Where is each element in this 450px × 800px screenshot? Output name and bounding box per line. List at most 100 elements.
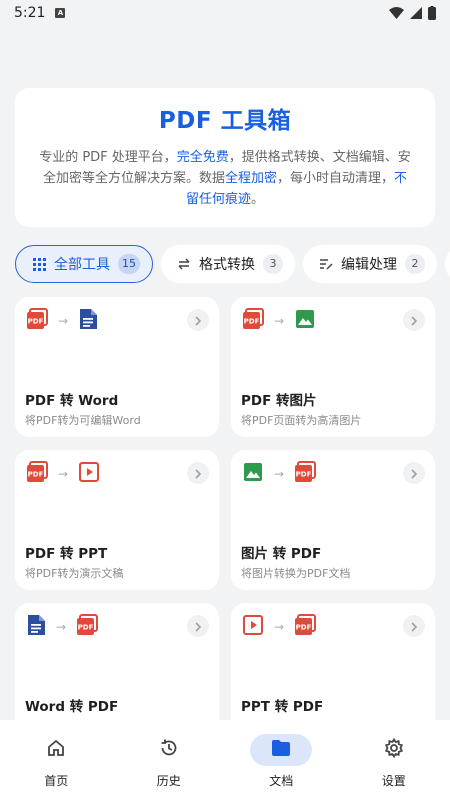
arrow-right-icon: → [57,467,69,481]
word-icon [26,614,46,640]
tool-title: PDF 转图片 [241,393,317,409]
svg-text:PDF: PDF [296,471,312,479]
chevron-right-icon [410,311,418,330]
svg-text:PDF: PDF [296,624,312,632]
chip-count: 15 [118,254,140,274]
pdf-icon: PDF [26,461,48,487]
arrow-right-icon: → [57,314,69,328]
tool-grid: PDF → PDF 转 Word 将PDF转为可编辑Word PDF → PDF 转图片将P… [15,297,435,720]
hero-description: 专业的 PDF 处理平台，完全免费，提供格式转换、文档编辑、安全加密等全方位解决… [39,147,411,210]
chip-count: 2 [405,254,425,274]
pdf-icon: PDF [242,308,264,334]
nav-label: 历史 [156,774,181,788]
chevron-right-icon [410,464,418,483]
nav-item-folder[interactable]: 文档 [225,720,338,800]
home-icon [46,738,66,762]
open-tool-button[interactable] [403,309,425,331]
image-icon [294,308,316,334]
open-tool-button[interactable] [187,462,209,484]
chevron-right-icon [194,464,202,483]
tool-card[interactable]: PDF → PDF 转 PPT 将PDF转为演示文稿 [15,450,219,590]
chip-1[interactable]: 格式转换 3 [161,245,295,283]
nav-label: 首页 [44,774,69,788]
status-time: 5:21 [14,5,46,21]
tool-card[interactable]: PDF → PDF 转图片将PDF页面转为高清图片 [231,297,435,437]
tool-title: 图片 转 PDF [241,546,322,562]
arrow-right-icon: → [273,314,285,328]
chevron-right-icon [410,617,418,636]
chip-count: 3 [263,254,283,274]
arrow-right-icon: → [55,620,67,634]
pdf-icon: PDF [294,461,316,487]
image-icon [242,461,264,487]
gear-icon [384,737,404,762]
status-bar: 5:21 A [0,0,450,26]
conversion-icons: PDF → [26,308,98,334]
tool-card[interactable]: → PDF 图片 转 PDF 将图片转换为PDF文档 [231,450,435,590]
chevron-right-icon [194,311,202,330]
arrow-right-icon: → [273,467,285,481]
svg-text:PDF: PDF [28,471,44,479]
open-tool-button[interactable] [187,309,209,331]
highlight-text: 完全免费 [176,150,229,165]
open-tool-button[interactable] [403,462,425,484]
svg-text:PDF: PDF [78,624,94,632]
tool-subtitle: 将PDF转为演示文稿 [25,567,124,580]
chip-0[interactable]: 全部工具 15 [15,245,153,283]
chip-label: 编辑处理 [341,257,397,273]
nav-item-home[interactable]: 首页 [0,720,113,800]
pdf-icon: PDF [26,308,48,334]
tool-title: PPT 转 PDF [241,699,324,715]
hero-card: PDF 工具箱 专业的 PDF 处理平台，完全免费，提供格式转换、文档编辑、安全… [15,88,435,227]
nav-item-history[interactable]: 历史 [113,720,226,800]
pdf-icon: PDF [294,614,316,640]
nav-icon-container [250,734,313,766]
chip-label: 格式转换 [199,257,255,273]
grid-icon [32,257,46,271]
folder-icon [271,739,291,761]
notification-icon: A [55,8,66,18]
description-text: ，每小时自动清理， [277,171,395,186]
tool-card[interactable]: →PDFWord 转 PDF将Word文档转换为PDF [15,603,219,720]
ppt-icon [242,614,264,640]
conversion-icons: → PDF [242,461,316,487]
chip-2[interactable]: 编辑处理 2 [303,245,437,283]
conversion-icons: → PDF [242,614,316,640]
tool-card[interactable]: PDF → PDF 转 Word 将PDF转为可编辑Word [15,297,219,437]
history-icon [159,738,179,762]
wifi-icon [389,7,404,19]
nav-item-gear[interactable]: 设置 [338,720,450,800]
word-icon [78,308,98,334]
nav-icon-container [138,734,200,766]
open-tool-button[interactable] [187,615,209,637]
description-text: 。 [251,192,265,207]
open-tool-button[interactable] [403,615,425,637]
battery-icon [428,6,436,20]
chevron-right-icon [194,617,202,636]
ppt-icon [78,461,100,487]
svg-text:PDF: PDF [244,318,260,326]
description-text: 专业的 PDF 处理平台， [39,150,177,165]
svg-text:PDF: PDF [28,318,44,326]
conversion-icons: PDF → [242,308,316,334]
pdf-icon: PDF [76,614,98,640]
filter-chips: 全部工具 15 格式转换 3 编辑处理 2 [15,245,450,285]
tool-subtitle: 将PDF转为可编辑Word [25,414,141,427]
nav-label: 文档 [269,774,294,788]
tool-title: Word 转 PDF [25,699,119,715]
nav-icon-container [363,734,425,766]
conversion-icons: → PDF [26,614,98,640]
swap-icon [177,257,191,271]
tool-title: PDF 转 PPT [25,546,108,562]
highlight-text: 全程加密 [224,171,277,186]
chip-security[interactable] [445,245,450,283]
arrow-right-icon: → [273,620,285,634]
page-title: PDF 工具箱 [158,108,292,134]
edit-icon [319,257,333,271]
tool-subtitle: 将PDF页面转为高清图片 [241,414,362,427]
nav-icon-container [25,734,87,766]
tool-title: PDF 转 Word [25,393,119,409]
tool-card[interactable]: →PDFPPT 转 PDF将演示文稿转换为PDF [231,603,435,720]
tool-subtitle: 将图片转换为PDF文档 [241,567,351,580]
nav-label: 设置 [381,774,406,788]
